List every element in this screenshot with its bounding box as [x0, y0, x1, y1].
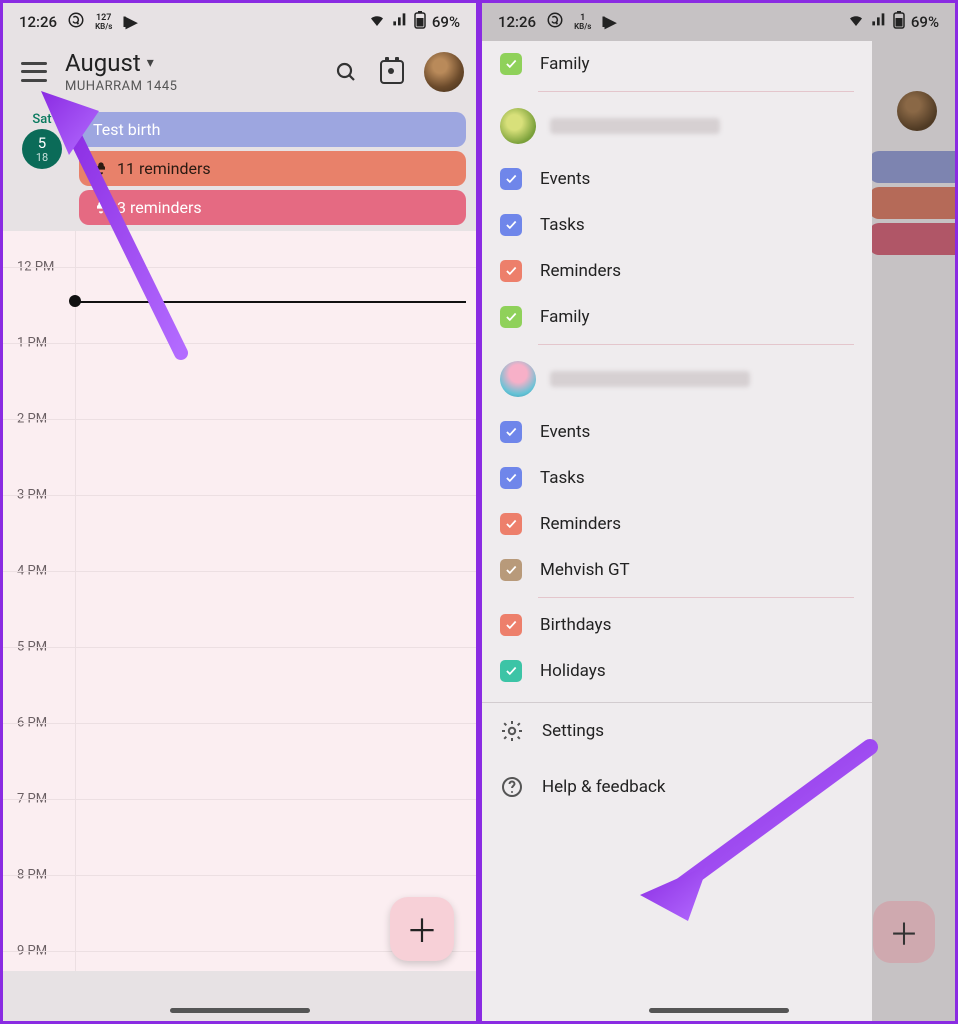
whatsapp-icon — [546, 11, 564, 33]
gear-icon — [500, 719, 524, 743]
day-badge[interactable]: 5 18 — [22, 129, 62, 169]
checkbox-checked-icon — [500, 421, 522, 443]
calendar-toggle-events[interactable]: Events — [482, 156, 872, 202]
calendar-toggle-reminders[interactable]: Reminders — [482, 248, 872, 294]
divider — [538, 597, 854, 598]
battery-icon — [893, 11, 905, 33]
calendar-label: Mehvish GT — [540, 560, 630, 580]
event-label: Test birth — [93, 120, 160, 139]
reminder-group[interactable]: 11 reminders — [79, 151, 466, 186]
calendar-toggle-holidays[interactable]: Holidays — [482, 648, 872, 694]
reminder-icon — [93, 200, 109, 216]
signal-icon — [871, 12, 887, 32]
help-icon — [500, 775, 524, 799]
account-email-redacted — [550, 118, 720, 134]
reminder-group[interactable]: 3 reminders — [79, 190, 466, 225]
month-selector[interactable]: August ▾ MUHARRAM 1445 — [65, 49, 177, 94]
calendar-label: Holidays — [540, 661, 606, 681]
account-avatar — [500, 361, 536, 397]
battery-percent: 69% — [432, 13, 460, 31]
gesture-bar — [170, 1008, 310, 1013]
phone-right-drawer: ＋ 12:26 1KB/s I▶ 69% Family — [479, 0, 958, 1024]
navigation-drawer[interactable]: Family Events Tasks Reminders Family — [482, 41, 872, 1021]
help-label: Help & feedback — [542, 777, 665, 797]
account-avatar — [500, 108, 536, 144]
reminder-label: 11 reminders — [117, 159, 211, 178]
status-time: 12:26 — [19, 13, 57, 31]
dim-fab: ＋ — [873, 901, 935, 963]
calendar-toggle-birthdays[interactable]: Birthdays — [482, 602, 872, 648]
reminder-label: 3 reminders — [117, 198, 202, 217]
gesture-bar — [649, 1008, 789, 1013]
calendar-label: Events — [540, 169, 590, 189]
dim-event-pill — [869, 151, 955, 183]
checkbox-checked-icon — [500, 306, 522, 328]
menu-button[interactable] — [21, 62, 47, 82]
calendar-toggle-family[interactable]: Family — [482, 294, 872, 340]
checkbox-checked-icon — [500, 614, 522, 636]
hijri-subtitle: MUHARRAM 1445 — [65, 79, 177, 94]
battery-icon — [414, 11, 426, 33]
allday-event[interactable]: Test birth — [79, 112, 466, 147]
account-email-redacted — [550, 371, 750, 387]
calendar-toggle-custom[interactable]: Mehvish GT — [482, 547, 872, 593]
month-label: August — [65, 49, 141, 77]
account-header[interactable] — [482, 96, 872, 156]
checkbox-checked-icon — [500, 467, 522, 489]
wifi-icon — [368, 11, 386, 33]
status-bar: 12:26 127KB/s I▶ 69% — [3, 3, 476, 41]
checkbox-checked-icon — [500, 660, 522, 682]
account-header[interactable] — [482, 349, 872, 409]
status-bar: 12:26 1KB/s I▶ 69% — [482, 3, 955, 41]
calendar-label: Tasks — [540, 468, 585, 488]
calendar-toggle-tasks[interactable]: Tasks — [482, 202, 872, 248]
calendar-toggle-tasks[interactable]: Tasks — [482, 455, 872, 501]
dim-profile-avatar — [897, 91, 937, 131]
today-button[interactable] — [378, 58, 406, 86]
checkbox-checked-icon — [500, 513, 522, 535]
calendar-toggle-family[interactable]: Family — [482, 41, 872, 87]
checkbox-checked-icon — [500, 53, 522, 75]
calendar-label: Reminders — [540, 514, 621, 534]
phone-left-calendar-day: 12:26 127KB/s I▶ 69% August ▾ MU — [0, 0, 479, 1024]
day-of-week: Sat — [32, 112, 51, 127]
checkbox-checked-icon — [500, 260, 522, 282]
battery-percent: 69% — [911, 13, 939, 31]
network-speed: 1KB/s — [574, 14, 591, 31]
settings-label: Settings — [542, 721, 604, 741]
network-speed: 127KB/s — [95, 14, 112, 31]
drawer-help-feedback[interactable]: Help & feedback — [482, 759, 872, 815]
wifi-icon — [847, 11, 865, 33]
calendar-toggle-events[interactable]: Events — [482, 409, 872, 455]
calendar-label: Tasks — [540, 215, 585, 235]
calendar-label: Family — [540, 307, 590, 327]
divider — [538, 344, 854, 345]
calendar-label: Family — [540, 54, 590, 74]
checkbox-checked-icon — [500, 214, 522, 236]
status-time: 12:26 — [498, 13, 536, 31]
day-timeline[interactable]: 12 PM 1 PM 2 PM 3 PM 4 PM 5 PM 6 PM 7 PM… — [3, 231, 476, 971]
calendar-label: Events — [540, 422, 590, 442]
chevron-down-icon: ▾ — [147, 55, 154, 71]
profile-avatar[interactable] — [424, 52, 464, 92]
id-icon: I▶ — [122, 13, 136, 31]
checkbox-checked-icon — [500, 168, 522, 190]
create-event-fab[interactable]: ＋ — [390, 897, 454, 961]
calendar-toggle-reminders[interactable]: Reminders — [482, 501, 872, 547]
search-button[interactable] — [332, 58, 360, 86]
drawer-settings[interactable]: Settings — [482, 703, 872, 759]
checkbox-checked-icon — [500, 559, 522, 581]
calendar-label: Reminders — [540, 261, 621, 281]
reminder-icon — [93, 161, 109, 177]
calendar-label: Birthdays — [540, 615, 611, 635]
whatsapp-icon — [67, 11, 85, 33]
now-indicator-line — [75, 301, 466, 303]
divider — [538, 91, 854, 92]
id-icon: I▶ — [601, 13, 615, 31]
signal-icon — [392, 12, 408, 32]
dim-event-pill — [869, 223, 955, 255]
dim-event-pill — [869, 187, 955, 219]
